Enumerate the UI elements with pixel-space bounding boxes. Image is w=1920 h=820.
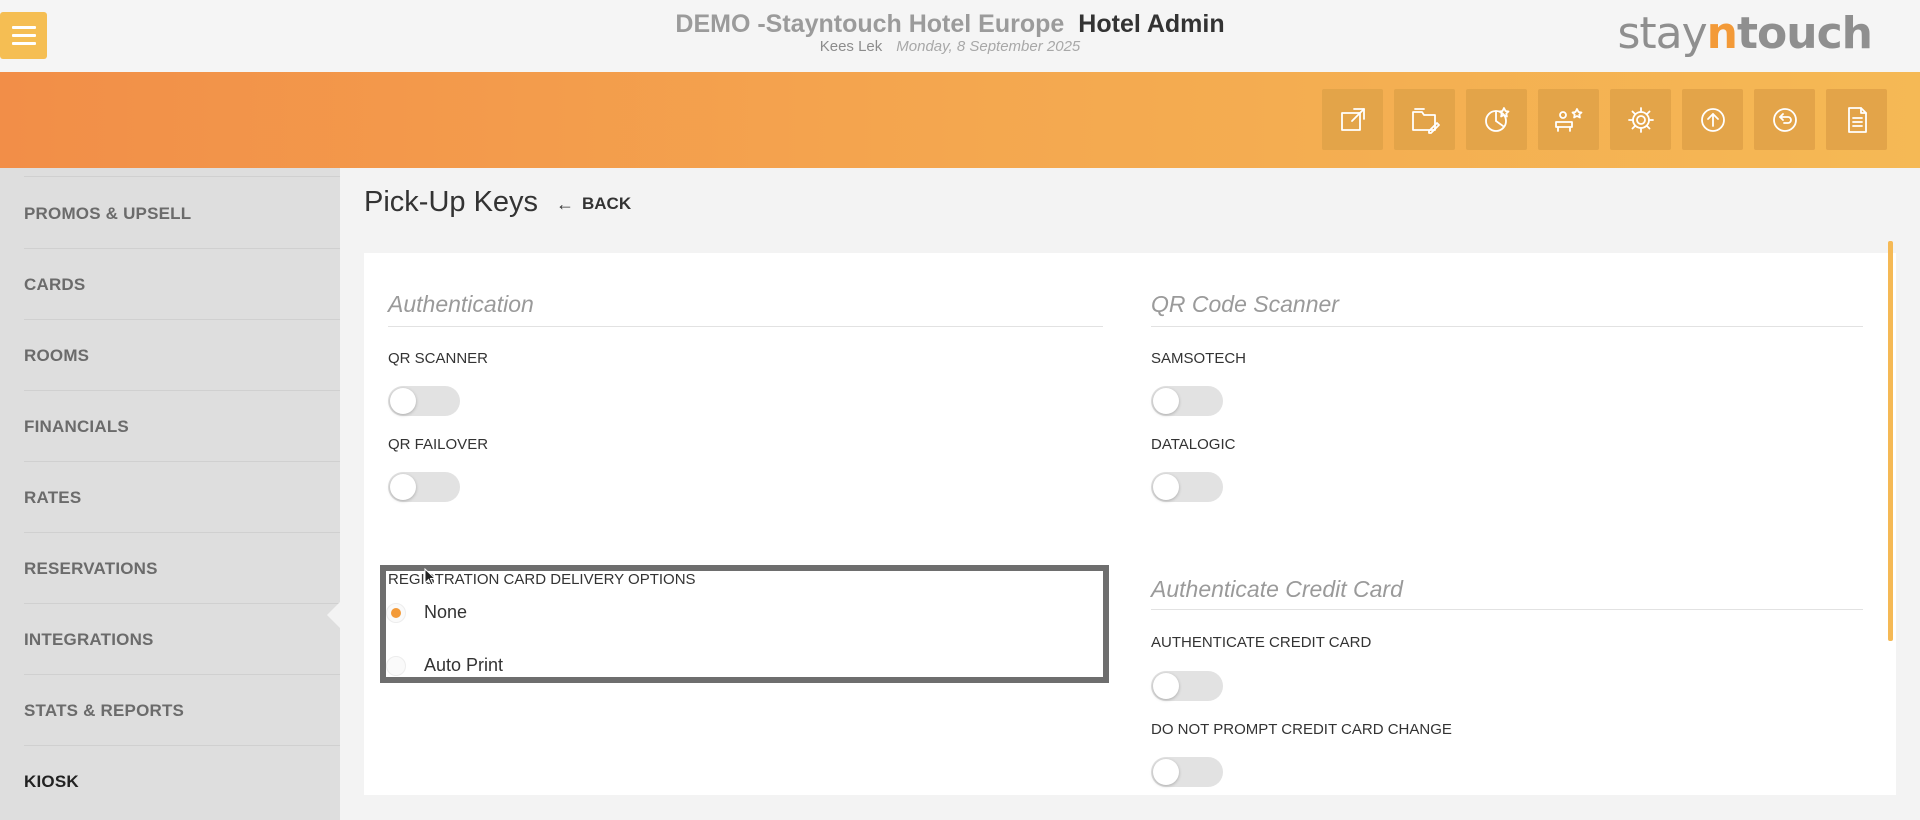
qr-scanner-label: QR SCANNER bbox=[388, 350, 489, 367]
toggle-knob bbox=[1153, 673, 1179, 699]
mouse-cursor-icon bbox=[424, 568, 437, 586]
section-title-authenticate-credit-card: Authenticate Credit Card bbox=[1151, 576, 1403, 602]
sidebar-item-stats-reports[interactable]: STATS & REPORTS bbox=[0, 675, 340, 746]
header-title-row: DEMO -Stayntouch Hotel Europe Hotel Admin bbox=[560, 8, 1340, 40]
stayntouch-logo: stayntouch bbox=[1617, 8, 1873, 60]
arrow-left-icon: ← bbox=[556, 194, 574, 214]
current-date: Monday, 8 September 2025 bbox=[896, 38, 1081, 55]
section-title-qr-code-scanner: QR Code Scanner bbox=[1151, 291, 1339, 317]
radio-label-auto-print: Auto Print bbox=[424, 655, 504, 675]
back-button[interactable]: ← BACK bbox=[556, 192, 631, 216]
back-label: BACK bbox=[582, 194, 632, 213]
menu-line bbox=[11, 42, 36, 45]
upload-icon[interactable] bbox=[1682, 89, 1743, 150]
user-name[interactable]: Kees Lek bbox=[820, 38, 883, 55]
back-office-icon[interactable] bbox=[1754, 89, 1815, 150]
samsotech-toggle[interactable] bbox=[1151, 386, 1223, 416]
qr-scanner-toggle[interactable] bbox=[388, 386, 460, 416]
logo-stay: stay bbox=[1617, 8, 1707, 59]
header-subline: Kees Lek Monday, 8 September 2025 bbox=[560, 38, 1340, 56]
orange-toolbar bbox=[0, 72, 1920, 168]
settings-panel bbox=[364, 253, 1896, 795]
no-prompt-card-change-label: DO NOT PROMPT CREDIT CARD CHANGE bbox=[1151, 721, 1452, 738]
radio-button-selected[interactable] bbox=[386, 602, 406, 623]
no-prompt-card-change-toggle[interactable] bbox=[1151, 757, 1223, 787]
toggle-knob bbox=[390, 474, 416, 500]
hotel-name: DEMO -Stayntouch Hotel Europe bbox=[675, 10, 1065, 38]
radio-option-none[interactable]: None bbox=[386, 602, 467, 623]
dashboard-icon[interactable] bbox=[1466, 89, 1527, 150]
page-title: Pick-Up Keys bbox=[364, 186, 539, 218]
toggle-knob bbox=[1153, 759, 1179, 785]
authenticate-credit-card-toggle[interactable] bbox=[1151, 671, 1223, 701]
active-item-pointer bbox=[327, 602, 340, 628]
sidebar-item-reservations[interactable]: RESERVATIONS bbox=[0, 533, 340, 604]
radio-dot bbox=[391, 607, 401, 618]
sidebar-item-promos-upsell[interactable]: PROMOS & UPSELL bbox=[0, 178, 340, 249]
hamburger-icon[interactable] bbox=[0, 12, 47, 59]
header-center: DEMO -Stayntouch Hotel Europe Hotel Admin… bbox=[560, 8, 1340, 56]
sidebar-item-cards[interactable]: CARDS bbox=[0, 249, 340, 320]
qr-failover-toggle[interactable] bbox=[388, 472, 460, 502]
section-title-authentication: Authentication bbox=[388, 291, 534, 317]
sidebar-item-rooms[interactable]: ROOMS bbox=[0, 320, 340, 391]
radio-label-none: None bbox=[424, 602, 468, 622]
document-icon[interactable] bbox=[1826, 89, 1887, 150]
sidebar-item-kiosk[interactable]: KIOSK bbox=[0, 746, 340, 817]
sidebar-item-integrations[interactable]: INTEGRATIONS bbox=[0, 604, 340, 675]
sidebar: PROMOS & UPSELL CARDS ROOMS FINANCIALS R… bbox=[0, 168, 340, 820]
radio-option-auto-print[interactable]: Auto Print bbox=[386, 655, 503, 676]
scrollbar[interactable] bbox=[1888, 241, 1893, 641]
qr-failover-label: QR FAILOVER bbox=[388, 436, 489, 453]
guest-star-icon[interactable] bbox=[1538, 89, 1599, 150]
admin-label: Hotel Admin bbox=[1078, 10, 1225, 38]
toggle-knob bbox=[1153, 474, 1179, 500]
external-link-icon[interactable] bbox=[1322, 89, 1383, 150]
section-divider bbox=[388, 326, 1103, 327]
datalogic-label: DATALOGIC bbox=[1151, 436, 1236, 453]
section-divider bbox=[1151, 609, 1863, 610]
toolbar-icons bbox=[1322, 89, 1887, 150]
toggle-knob bbox=[1153, 388, 1179, 414]
datalogic-toggle[interactable] bbox=[1151, 472, 1223, 502]
menu-line bbox=[11, 34, 36, 37]
authenticate-credit-card-label: AUTHENTICATE CREDIT CARD bbox=[1151, 634, 1372, 651]
radio-button[interactable] bbox=[386, 655, 406, 676]
logo-touch: touch bbox=[1737, 8, 1873, 59]
section-divider bbox=[1151, 326, 1863, 327]
menu-line bbox=[11, 26, 36, 29]
sidebar-item-rates[interactable]: RATES bbox=[0, 462, 340, 533]
samsotech-label: SAMSOTECH bbox=[1151, 350, 1247, 367]
edit-folder-icon[interactable] bbox=[1394, 89, 1455, 150]
sidebar-divider bbox=[24, 176, 340, 177]
toggle-knob bbox=[390, 388, 416, 414]
logo-n: n bbox=[1706, 8, 1738, 59]
gear-icon[interactable] bbox=[1610, 89, 1671, 150]
top-header: DEMO -Stayntouch Hotel Europe Hotel Admin… bbox=[0, 0, 1920, 72]
sidebar-item-financials[interactable]: FINANCIALS bbox=[0, 391, 340, 462]
